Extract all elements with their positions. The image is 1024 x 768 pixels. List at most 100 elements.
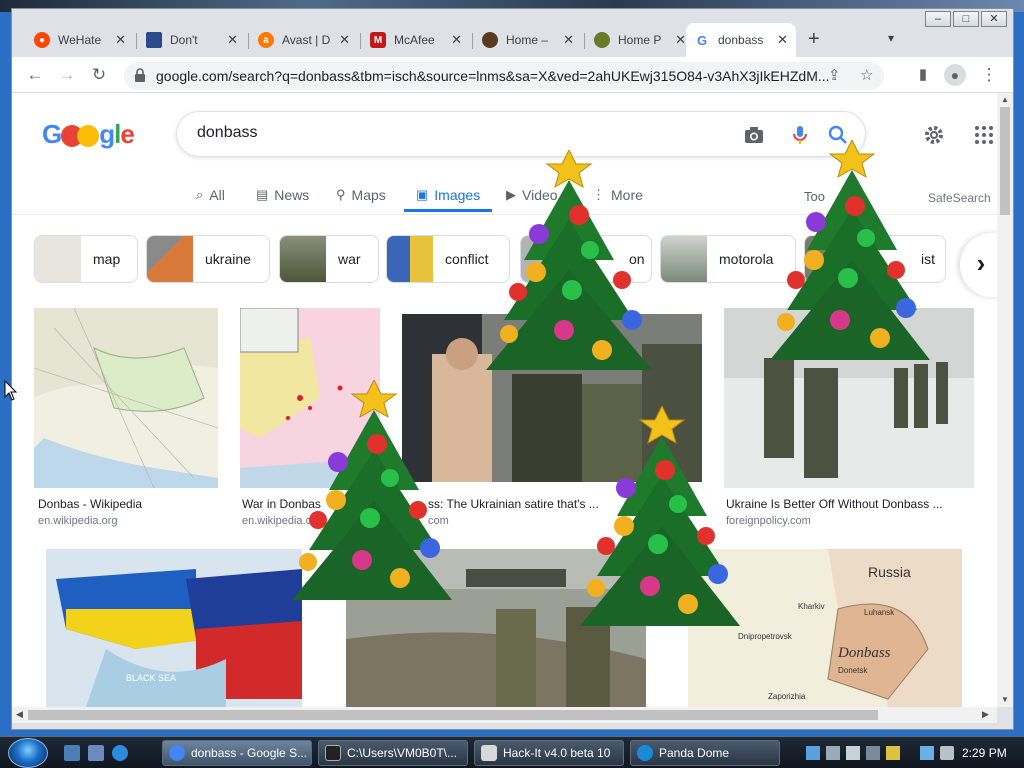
chip-war[interactable]: war bbox=[279, 235, 379, 283]
tab-search-chevron-icon[interactable]: ▾ bbox=[888, 31, 894, 45]
bookmark-star-icon[interactable]: ☆ bbox=[860, 66, 873, 84]
tab-divider bbox=[248, 33, 249, 49]
site-icon bbox=[594, 32, 610, 48]
side-panel-icon[interactable]: ▮ bbox=[912, 64, 934, 86]
tab-title: Home P bbox=[618, 33, 662, 47]
tab-home-1[interactable]: Home – ✕ bbox=[474, 23, 582, 57]
site-icon bbox=[146, 32, 162, 48]
nav-all[interactable]: ⌕ All bbox=[196, 187, 225, 203]
search-input[interactable]: donbass bbox=[197, 124, 258, 142]
donbas-map-thumbnail bbox=[34, 308, 218, 488]
tab-mcafee[interactable]: M McAfee ✕ bbox=[362, 23, 470, 57]
task-chrome[interactable]: donbass - Google S... bbox=[162, 740, 312, 766]
chip-label: ukraine bbox=[205, 251, 251, 267]
task-explorer[interactable]: C:\Users\VM0B0T\... bbox=[318, 740, 468, 766]
scroll-left-arrow-icon[interactable]: ◀ bbox=[16, 709, 23, 720]
result-image-1[interactable] bbox=[34, 308, 218, 488]
result-image-5[interactable]: BLACK SEA bbox=[46, 549, 302, 707]
reload-icon[interactable]: ↻ bbox=[88, 64, 110, 86]
chevron-right-icon[interactable]: › bbox=[960, 233, 997, 297]
chip-thumbnail bbox=[661, 236, 707, 282]
close-icon[interactable]: ✕ bbox=[777, 32, 788, 48]
christmas-tree-icon bbox=[486, 150, 652, 370]
nav-images[interactable]: ▣ Images bbox=[416, 187, 480, 203]
tab-dont[interactable]: Don't ✕ bbox=[138, 23, 246, 57]
chip-map[interactable]: map bbox=[34, 235, 138, 283]
close-icon[interactable]: ✕ bbox=[675, 32, 686, 48]
chrome-icon bbox=[169, 745, 185, 761]
map-label: Russia bbox=[868, 564, 911, 580]
result-title[interactable]: Ukraine Is Better Off Without Donbass ..… bbox=[726, 497, 966, 511]
tab-title: Don't bbox=[170, 33, 198, 47]
scroll-up-arrow-icon[interactable]: ▲ bbox=[1001, 95, 1009, 104]
task-label: Panda Dome bbox=[659, 746, 730, 760]
tab-divider bbox=[360, 33, 361, 49]
tray-app-icon[interactable] bbox=[826, 746, 840, 760]
apps-grid-icon[interactable] bbox=[972, 123, 996, 147]
start-button[interactable] bbox=[8, 738, 48, 768]
search-icon: ⌕ bbox=[196, 187, 204, 202]
active-tab-indicator bbox=[404, 209, 492, 212]
tray-app-icon[interactable] bbox=[846, 746, 860, 760]
safesearch-button[interactable]: SafeSearch bbox=[928, 191, 991, 205]
close-icon[interactable]: ✕ bbox=[339, 32, 350, 48]
network-icon[interactable] bbox=[806, 746, 820, 760]
share-icon[interactable]: ⇪ bbox=[828, 66, 841, 84]
horizontal-scrollbar[interactable]: ◀ ▶ bbox=[12, 707, 997, 723]
forward-arrow-icon[interactable]: → bbox=[56, 64, 78, 86]
result-source: en.wikipedia.org bbox=[38, 515, 118, 527]
tray-app-icon[interactable] bbox=[866, 746, 880, 760]
scrollbar-thumb[interactable] bbox=[1000, 107, 1010, 215]
chip-thumbnail bbox=[147, 236, 193, 282]
nav-maps[interactable]: ⚲ Maps bbox=[336, 187, 386, 203]
show-desktop-icon[interactable] bbox=[64, 745, 80, 761]
vertical-scrollbar[interactable]: ▲ ▼ bbox=[997, 93, 1013, 707]
chip-ukraine[interactable]: ukraine bbox=[146, 235, 270, 283]
close-icon[interactable]: ✕ bbox=[227, 32, 238, 48]
menu-kebab-icon[interactable]: ⋮ bbox=[978, 64, 1000, 86]
nav-label: Maps bbox=[351, 187, 386, 203]
tab-wehate[interactable]: ● WeHate ✕ bbox=[26, 23, 134, 57]
task-panda[interactable]: Panda Dome bbox=[630, 740, 780, 766]
map-label: Zaporizhia bbox=[768, 692, 806, 701]
back-arrow-icon[interactable]: ← bbox=[24, 64, 46, 86]
volume-muted-icon[interactable] bbox=[940, 746, 954, 760]
close-icon[interactable]: ✕ bbox=[115, 32, 126, 48]
map-label: Luhansk bbox=[864, 608, 895, 617]
switch-windows-icon[interactable] bbox=[88, 745, 104, 761]
nav-news[interactable]: ▤ News bbox=[256, 187, 309, 203]
scroll-right-arrow-icon[interactable]: ▶ bbox=[982, 709, 989, 720]
monitor-icon[interactable] bbox=[920, 746, 934, 760]
tab-home-2[interactable]: Home P ✕ bbox=[586, 23, 694, 57]
tab-donbass[interactable]: G donbass ✕ bbox=[686, 23, 796, 57]
new-tab-button[interactable]: + bbox=[808, 28, 820, 51]
map-label: Donetsk bbox=[838, 666, 868, 675]
internet-explorer-icon[interactable] bbox=[112, 745, 128, 761]
site-icon bbox=[482, 32, 498, 48]
profile-avatar-icon[interactable]: ● bbox=[944, 64, 966, 86]
google-doodle-logo[interactable]: Ggle bbox=[42, 119, 135, 150]
mouse-cursor-icon bbox=[4, 380, 18, 401]
result-title[interactable]: Donbas - Wikipedia bbox=[38, 497, 218, 511]
tab-title: WeHate bbox=[58, 33, 102, 47]
map-label: Dnipropetrovsk bbox=[738, 632, 793, 641]
christmas-tree-icon bbox=[770, 140, 930, 360]
nav-label: Images bbox=[434, 187, 481, 203]
scroll-down-arrow-icon[interactable]: ▼ bbox=[1001, 695, 1009, 704]
clock[interactable]: 2:29 PM bbox=[962, 746, 1007, 760]
close-icon[interactable]: ✕ bbox=[451, 32, 462, 48]
task-hackit[interactable]: Hack-It v4.0 beta 10 bbox=[474, 740, 624, 766]
task-label: donbass - Google S... bbox=[191, 746, 308, 760]
close-icon[interactable]: ✕ bbox=[563, 32, 574, 48]
hackit-icon bbox=[481, 745, 497, 761]
map-label: Kharkiv bbox=[798, 602, 825, 611]
address-bar[interactable]: google.com/search?q=donbass&tbm=isch&sou… bbox=[124, 62, 884, 90]
scrollbar-thumb[interactable] bbox=[28, 710, 878, 720]
url-text[interactable]: google.com/search?q=donbass&tbm=isch&sou… bbox=[156, 68, 836, 84]
tray-app-icon[interactable] bbox=[886, 746, 900, 760]
reddit-icon: ● bbox=[34, 32, 50, 48]
chip-thumbnail bbox=[387, 236, 433, 282]
nav-label: News bbox=[274, 187, 310, 203]
lock-icon bbox=[135, 68, 145, 82]
tab-avast[interactable]: a Avast | D ✕ bbox=[250, 23, 358, 57]
